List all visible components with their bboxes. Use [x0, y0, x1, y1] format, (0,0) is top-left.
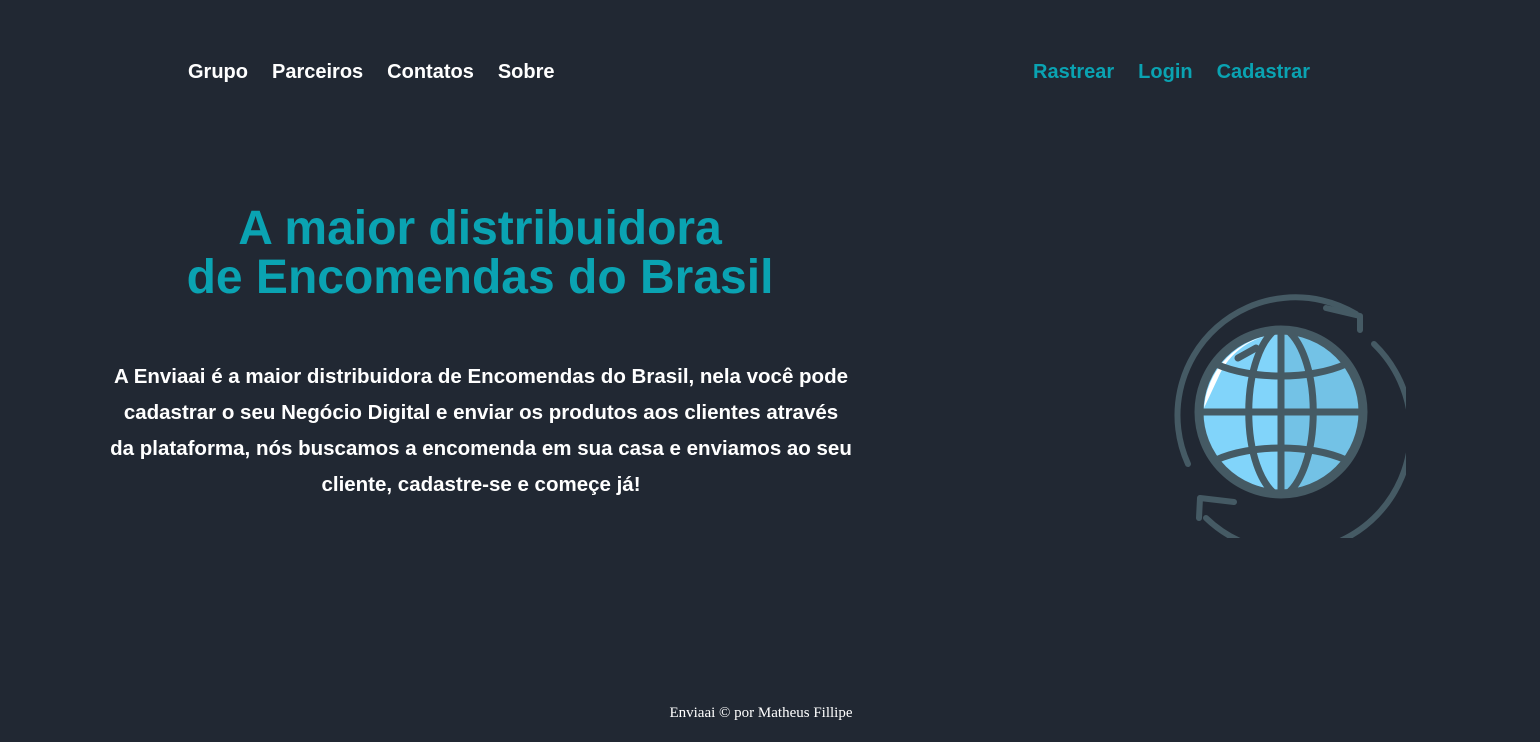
hero-title-line-2: de Encomendas do Brasil [186, 251, 774, 304]
footer-credits: Enviaai © por Matheus Fillipe [669, 705, 853, 721]
account-nav: Rastrear Login Cadastrar [1033, 59, 1310, 85]
hero-title: A maior distribuidora de Encomendas do B… [110, 204, 850, 302]
globe-sync-illustration [1174, 294, 1414, 555]
hero-title-line-1: A maior distribuidora [238, 202, 722, 255]
nav-link-grupo[interactable]: Grupo [188, 59, 248, 85]
nav-link-parceiros[interactable]: Parceiros [272, 59, 363, 85]
nav-link-contatos[interactable]: Contatos [387, 59, 474, 85]
nav-link-rastrear[interactable]: Rastrear [1033, 59, 1114, 85]
globe-sync-icon [1156, 288, 1414, 555]
nav-link-cadastrar[interactable]: Cadastrar [1217, 59, 1310, 85]
hero-description: A Enviaai é a maior distribuidora de Enc… [110, 365, 852, 496]
nav-link-login[interactable]: Login [1138, 59, 1192, 85]
main-nav: Grupo Parceiros Contatos Sobre [188, 59, 555, 85]
nav-link-sobre[interactable]: Sobre [498, 59, 555, 85]
